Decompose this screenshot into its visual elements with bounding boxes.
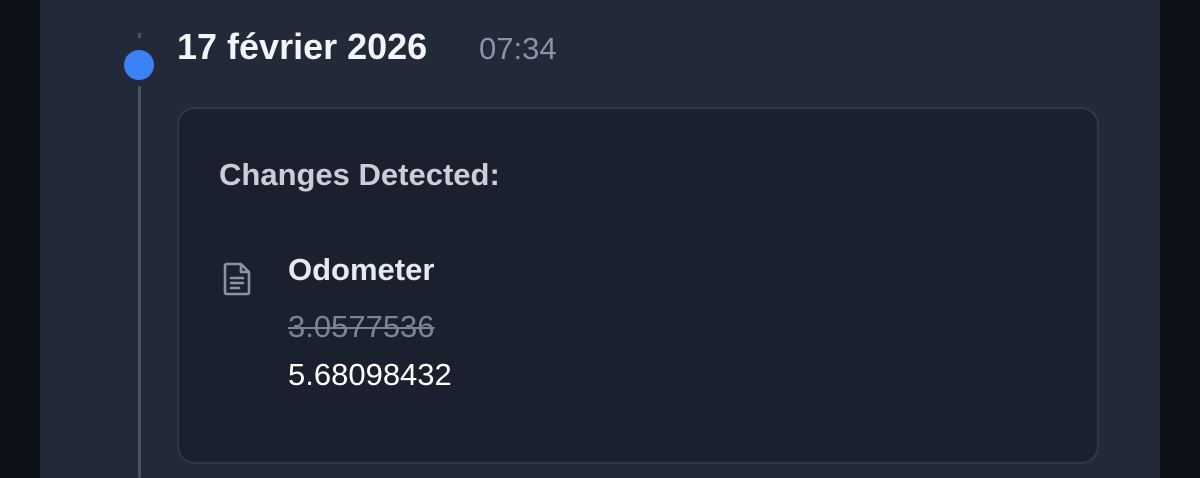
changes-heading: Changes Detected: (219, 157, 500, 192)
entry-time: 07:34 (479, 31, 557, 66)
change-field-name: Odometer (288, 252, 435, 287)
changes-card: Changes Detected: Odometer 3.0577536 5.6… (177, 107, 1099, 464)
timeline-line (138, 86, 141, 478)
timeline-dot (124, 50, 154, 80)
old-value: 3.0577536 (288, 309, 435, 344)
document-icon (223, 262, 251, 296)
timeline-line-top (138, 33, 141, 38)
new-value: 5.68098432 (288, 357, 452, 392)
entry-date: 17 février 2026 (177, 26, 428, 67)
